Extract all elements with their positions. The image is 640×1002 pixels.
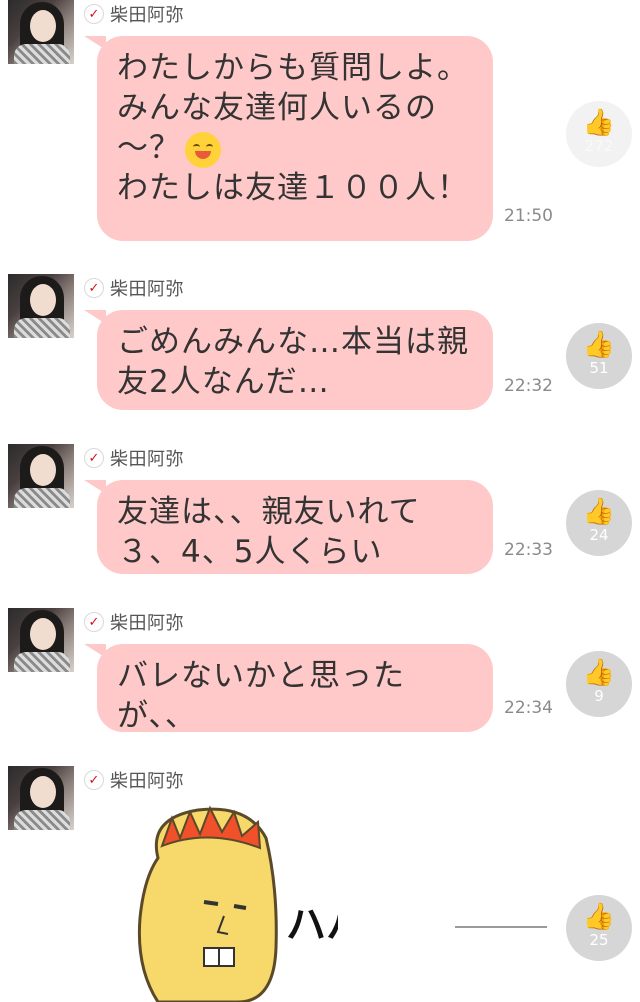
message-text: ごめんみんな…本当は親 友2人なんだ…	[117, 324, 469, 400]
avatar[interactable]	[8, 766, 74, 830]
sender-row: ✓ 柴田阿弥	[84, 610, 184, 634]
message-time: 22:32	[504, 376, 553, 396]
message-bubble[interactable]: バレないかと思った が、、	[97, 644, 493, 734]
sticker-text: ハハ	[286, 902, 338, 948]
avatar[interactable]	[8, 0, 74, 64]
sender-name: 柴田阿弥	[110, 613, 184, 634]
thumb-icon: 👍	[582, 497, 616, 527]
like-count: 51	[589, 359, 609, 377]
like-count: 25	[589, 931, 609, 949]
sender-name: 柴田阿弥	[110, 771, 184, 792]
like-button[interactable]: 👍 24	[566, 490, 632, 556]
check-icon: ✓	[84, 4, 104, 24]
sender-row: ✓ 柴田阿弥	[84, 768, 184, 792]
sender-row: ✓ 柴田阿弥	[84, 276, 184, 300]
like-count: 24	[589, 526, 609, 544]
check-icon: ✓	[84, 278, 104, 298]
message-text-2: わたしは友達１００人！	[117, 170, 469, 206]
sender-row: ✓ 柴田阿弥	[84, 2, 184, 26]
like-button[interactable]: 👍 51	[566, 323, 632, 389]
sticker-character-haha[interactable]: ハハ	[118, 798, 338, 1002]
like-button[interactable]: 👍 9	[566, 651, 632, 717]
check-icon: ✓	[84, 448, 104, 468]
check-icon: ✓	[84, 770, 104, 790]
message-text: バレないかと思った が、、	[117, 658, 405, 734]
thumb-icon: 👍	[582, 108, 616, 138]
thumb-icon: 👍	[582, 658, 616, 688]
like-button[interactable]: 👍 25	[566, 895, 632, 961]
avatar[interactable]	[8, 444, 74, 508]
message-text: わたしからも質問しよ。 みんな友達何人いるの 〜？	[117, 50, 469, 166]
divider-line	[455, 926, 547, 928]
like-count: 9	[594, 687, 604, 705]
smile-emoji-icon	[185, 131, 221, 168]
message-time: 21:50	[504, 206, 553, 226]
like-button[interactable]: 👍 272	[566, 101, 632, 167]
sender-row: ✓ 柴田阿弥	[84, 446, 184, 470]
thumb-icon: 👍	[582, 330, 616, 360]
avatar[interactable]	[8, 608, 74, 672]
like-count: 272	[584, 137, 614, 155]
message-bubble[interactable]: 友達は、、親友いれて ３、4、5人くらい	[97, 480, 493, 574]
check-icon: ✓	[84, 612, 104, 632]
sender-name: 柴田阿弥	[110, 449, 184, 470]
message-time: 22:34	[504, 698, 553, 718]
message-time: 22:33	[504, 540, 553, 560]
sender-name: 柴田阿弥	[110, 279, 184, 300]
avatar[interactable]	[8, 274, 74, 338]
message-bubble[interactable]: ごめんみんな…本当は親 友2人なんだ…	[97, 310, 493, 410]
message-bubble[interactable]: わたしからも質問しよ。 みんな友達何人いるの 〜？ わたしは友達１００人！	[97, 36, 493, 241]
thumb-icon: 👍	[582, 902, 616, 932]
sender-name: 柴田阿弥	[110, 5, 184, 26]
message-text: 友達は、、親友いれて ３、4、5人くらい	[117, 494, 421, 570]
